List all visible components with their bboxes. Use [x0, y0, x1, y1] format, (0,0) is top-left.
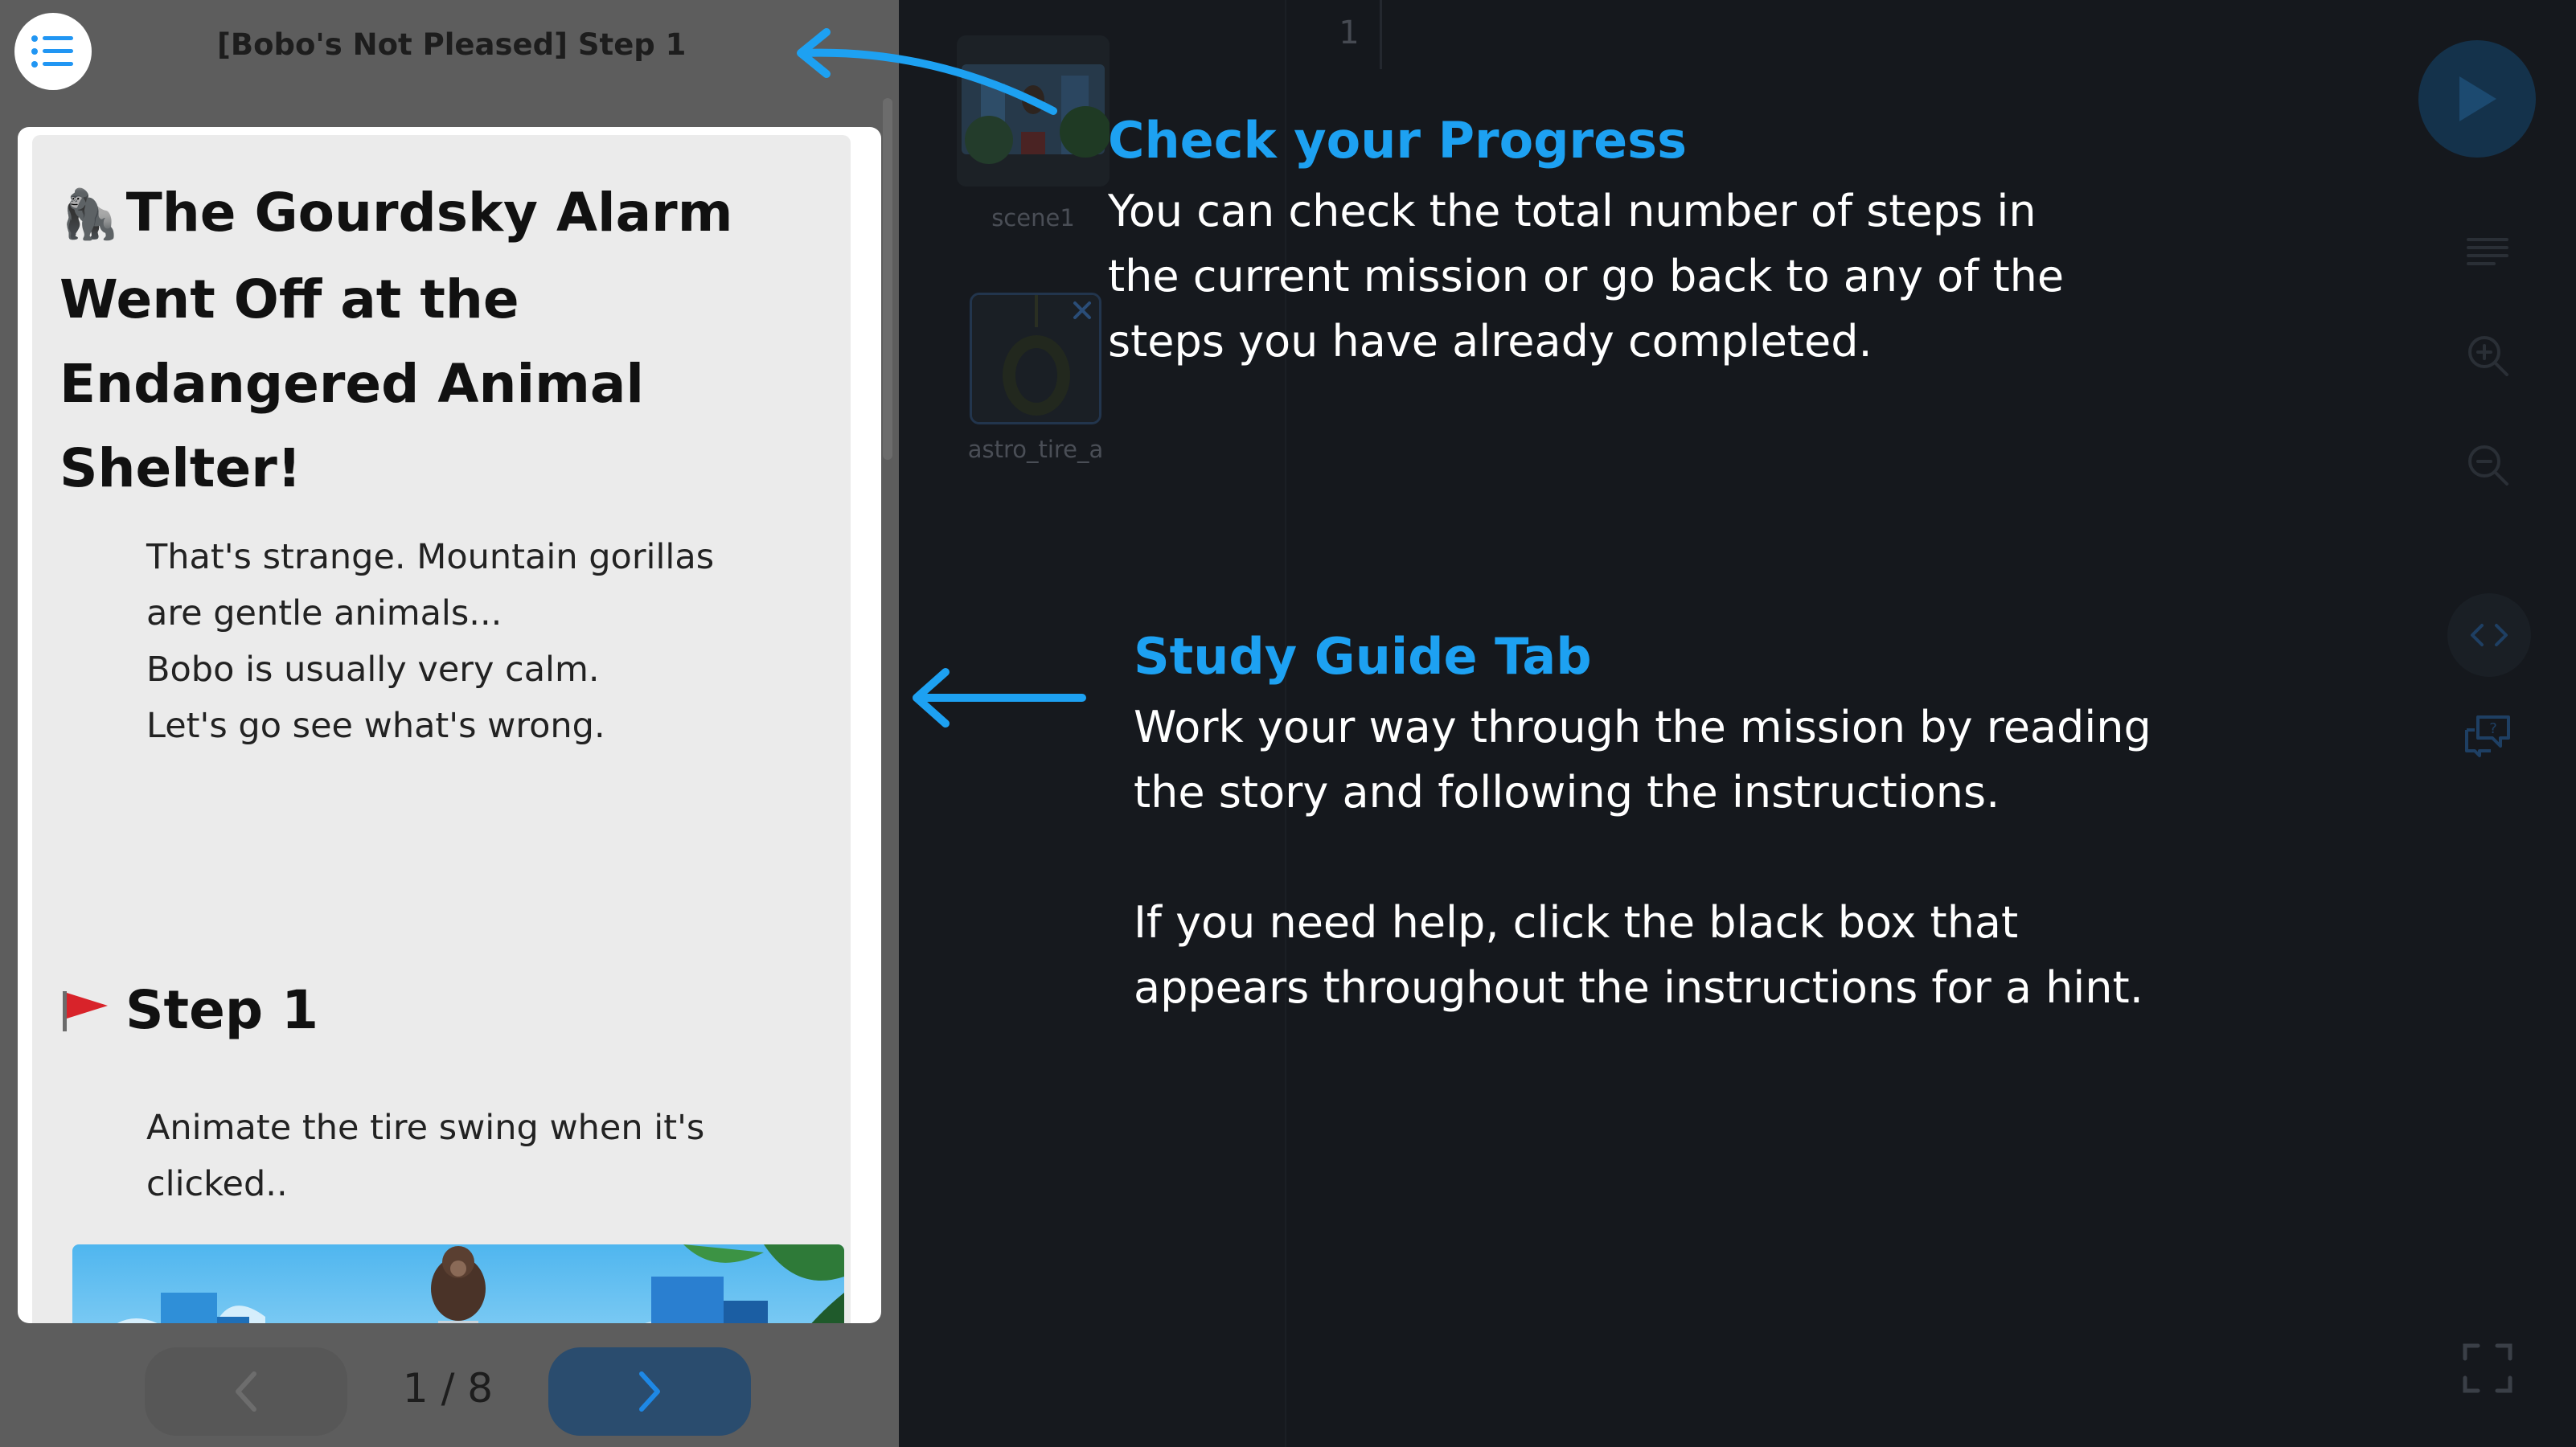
- scene1-thumbnail[interactable]: [957, 35, 1110, 187]
- callout-line: If you need help, click the black box th…: [1134, 897, 2019, 948]
- step-instructions: Animate the tire swing when it's clicked…: [146, 1100, 790, 1212]
- gutter-divider: [1380, 0, 1382, 69]
- sprite-label: scene1: [991, 204, 1075, 232]
- step-title: Step 1: [125, 979, 318, 1041]
- gorilla-city-illustration: [72, 1244, 844, 1323]
- story-heading-text: The Gourdsky Alarm Went Off at the Endan…: [59, 182, 733, 499]
- callout-line: the current mission or go back to any of…: [1108, 251, 2065, 301]
- format-code-button[interactable]: [2462, 227, 2513, 278]
- fullscreen-button[interactable]: [2454, 1334, 2521, 1402]
- zoom-in-icon: [2468, 336, 2508, 376]
- guide-header: [Bobo's Not Pleased] Step 1: [0, 0, 899, 100]
- story-line: are gentle animals...: [146, 593, 502, 633]
- step-pager: 1 / 8: [0, 1323, 899, 1447]
- progress-callout-text: You can check the total number of steps …: [1108, 178, 2064, 374]
- story-text: That's strange. Mountain gorillas are ge…: [146, 529, 790, 754]
- fullscreen-icon: [2463, 1343, 2512, 1393]
- page-indicator: 1 / 8: [402, 1365, 494, 1412]
- steps-menu-button[interactable]: [14, 13, 92, 90]
- callout-line: steps you have already completed.: [1108, 316, 1873, 367]
- chevron-left-icon: [236, 1371, 256, 1412]
- run-button[interactable]: [2418, 40, 2536, 158]
- astro-tire-thumbnail[interactable]: [970, 293, 1101, 424]
- callout-line: the story and following the instructions…: [1134, 767, 2000, 818]
- callout-spacer: [1134, 825, 2151, 890]
- story-line: That's strange. Mountain gorillas: [146, 537, 715, 577]
- guide-content: 🦍 The Gourdsky Alarm Went Off at the Enda…: [32, 135, 851, 1323]
- play-icon: [2459, 76, 2496, 121]
- step-heading: Step 1: [59, 979, 542, 1041]
- mission-step-title: [Bobo's Not Pleased] Step 1: [217, 27, 687, 62]
- panel-scrollbar[interactable]: [883, 98, 892, 460]
- gorilla-emoji: 🦍: [59, 187, 120, 243]
- guide-content-frame: 🦍 The Gourdsky Alarm Went Off at the Enda…: [18, 127, 881, 1323]
- story-heading: 🦍 The Gourdsky Alarm Went Off at the Enda…: [59, 170, 783, 510]
- zoom-in-button[interactable]: [2462, 330, 2513, 381]
- next-step-button[interactable]: [548, 1347, 751, 1436]
- step-line: clicked..: [146, 1164, 288, 1204]
- study-guide-panel: [Bobo's Not Pleased] Step 1 🦍 The Gourdsk…: [0, 0, 899, 1447]
- code-view-button[interactable]: [2447, 593, 2531, 677]
- story-line: Let's go see what's wrong.: [146, 706, 605, 746]
- study-guide-callout-title: Study Guide Tab: [1134, 627, 1592, 686]
- line-number: 1: [1339, 14, 1360, 51]
- help-chat-icon: ?: [2465, 715, 2510, 757]
- progress-callout-title: Check your Progress: [1108, 111, 1687, 170]
- callout-line: You can check the total number of steps …: [1108, 186, 2037, 236]
- zoom-out-icon: [2468, 445, 2508, 486]
- svg-text:?: ?: [2489, 720, 2497, 737]
- study-guide-callout-text: Work your way through the mission by rea…: [1134, 695, 2151, 1020]
- step-line: Animate the tire swing when it's: [146, 1108, 705, 1148]
- callout-line: Work your way through the mission by rea…: [1134, 702, 2151, 752]
- red-flag-icon: [63, 990, 108, 1031]
- chevron-right-icon: [639, 1371, 660, 1412]
- previous-step-button[interactable]: [145, 1347, 347, 1436]
- list-icon: [31, 35, 73, 68]
- callout-line: appears throughout the instructions for …: [1134, 962, 2143, 1013]
- text-lines-icon: [2467, 238, 2508, 265]
- story-line: Bobo is usually very calm.: [146, 650, 600, 690]
- sprite-label: astro_tire_a: [967, 436, 1104, 463]
- help-chat-button[interactable]: ?: [2462, 711, 2513, 762]
- code-brackets-icon: [2471, 624, 2508, 646]
- zoom-out-button[interactable]: [2462, 439, 2513, 490]
